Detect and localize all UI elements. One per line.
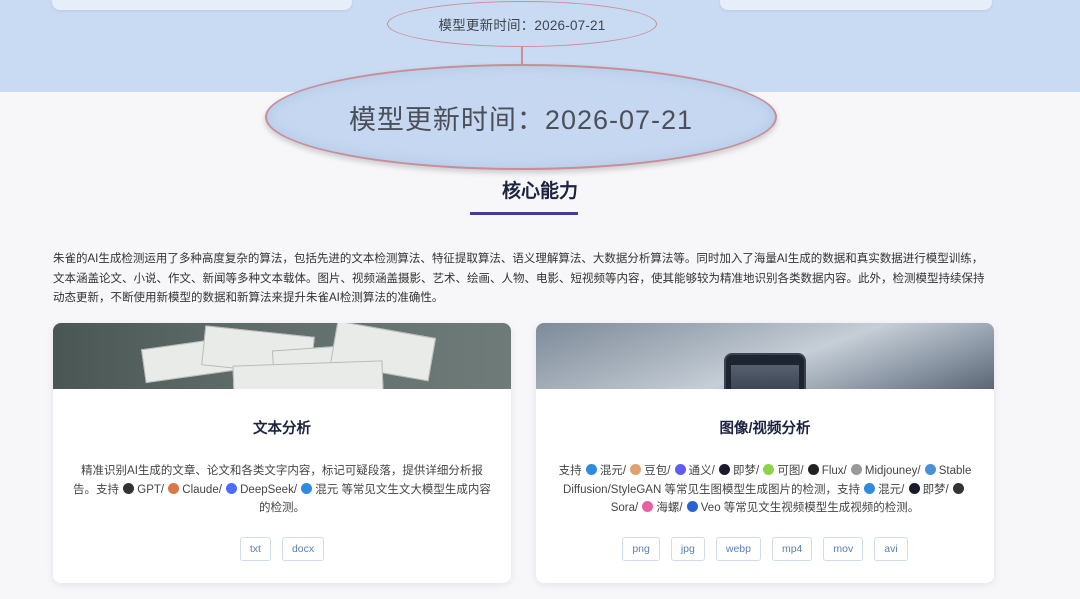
model-update-callout: 模型更新时间：2026-07-21 xyxy=(265,64,777,170)
claude-icon xyxy=(168,482,180,494)
video-brand-name: Veo xyxy=(700,502,724,514)
image-desc-end: 等常见文生视频模型生成视频的检测。 xyxy=(723,502,920,514)
text-brand-name: Claude/ xyxy=(182,483,226,496)
image-brand-name: 豆包/ xyxy=(644,465,674,477)
kolors-icon xyxy=(763,464,775,475)
format-tag-png[interactable]: png xyxy=(622,536,660,561)
text-brand-name: GPT/ xyxy=(137,483,168,496)
image-card-title: 图像/视频分析 xyxy=(719,421,811,437)
hunyuan-icon xyxy=(864,482,876,494)
deepseek-icon xyxy=(226,482,238,494)
doubao-icon xyxy=(630,464,642,475)
hunyuan-icon xyxy=(301,482,313,494)
format-tag-txt[interactable]: txt xyxy=(239,536,271,561)
image-brand-name: Flux/ xyxy=(821,465,850,477)
midjourney-icon xyxy=(850,464,862,475)
video-brand-name: 混元/ xyxy=(878,483,908,496)
jimeng-icon xyxy=(719,464,731,475)
format-tag-avi[interactable]: avi xyxy=(874,536,908,561)
image-brand-name: 可图/ xyxy=(777,465,807,477)
text-format-tags: txt docx xyxy=(53,536,511,561)
stable-diffusion-icon xyxy=(924,464,936,475)
image-card-banner xyxy=(536,323,994,389)
format-tag-mp4[interactable]: mp4 xyxy=(771,536,813,561)
image-format-tags: png jpg webp mp4 mov avi xyxy=(536,536,994,561)
text-brand-name: DeepSeek/ xyxy=(240,483,301,496)
text-analysis-card: 文本分析 精准识别AI生成的文章、论文和各类文字内容，标记可疑段落，提供详细分析… xyxy=(53,323,511,583)
tongyi-icon xyxy=(674,464,686,475)
text-card-banner xyxy=(53,323,511,389)
image-brand-name: 混元/ xyxy=(599,465,630,477)
video-brand-name: Sora/ xyxy=(610,502,642,514)
openai-icon xyxy=(952,482,964,494)
openai-icon xyxy=(123,482,135,494)
title-underline xyxy=(470,212,578,215)
top-card-right xyxy=(720,0,992,10)
video-brand-name: 即梦/ xyxy=(922,483,952,496)
flux-icon xyxy=(807,464,819,475)
image-card-desc: 支持 混元/ 豆包/ 通义/ 即梦/ 可图/ Flux/ Midjouney/ … xyxy=(550,462,980,518)
image-brand-name: 即梦/ xyxy=(733,465,763,477)
image-brand-name: 通义/ xyxy=(688,465,719,477)
phone-image xyxy=(724,353,806,389)
text-brand-list: GPT/ Claude/ DeepSeek/ 混元 xyxy=(122,482,342,496)
image-video-analysis-card: 图像/视频分析 支持 混元/ 豆包/ 通义/ 即梦/ 可图/ Flux/ Mid… xyxy=(536,323,994,583)
veo-icon xyxy=(686,501,698,512)
format-tag-webp[interactable]: webp xyxy=(715,536,761,561)
top-card-left xyxy=(52,0,352,10)
video-brand-name: 海螺/ xyxy=(656,502,686,514)
format-tag-docx[interactable]: docx xyxy=(281,536,325,561)
jimeng-icon xyxy=(908,482,920,494)
text-card-title: 文本分析 xyxy=(253,421,311,437)
image-desc-start: 支持 xyxy=(558,465,582,477)
section-intro: 朱雀的AI生成检测运用了多种高度复杂的算法，包括先进的文本检测算法、特征提取算法… xyxy=(53,253,985,304)
hailuo-icon xyxy=(642,501,654,512)
hunyuan-icon xyxy=(585,464,597,475)
format-tag-jpg[interactable]: jpg xyxy=(670,536,705,561)
format-tag-mov[interactable]: mov xyxy=(823,536,864,561)
image-brand-name: Midjouney/ xyxy=(864,465,924,477)
paper-stack-image xyxy=(123,323,453,389)
image-desc-mid: 等常见生图模型生成图片的检测，支持 xyxy=(664,483,860,496)
model-update-label: 模型更新时间：2026-07-21 xyxy=(387,1,657,47)
text-brand-name: 混元 xyxy=(315,483,342,496)
section-title: 核心能力 xyxy=(501,181,578,202)
callout-connector xyxy=(521,46,523,66)
text-card-desc: 精准识别AI生成的文章、论文和各类文字内容，标记可疑段落，提供详细分析报告。支持… xyxy=(72,462,492,518)
